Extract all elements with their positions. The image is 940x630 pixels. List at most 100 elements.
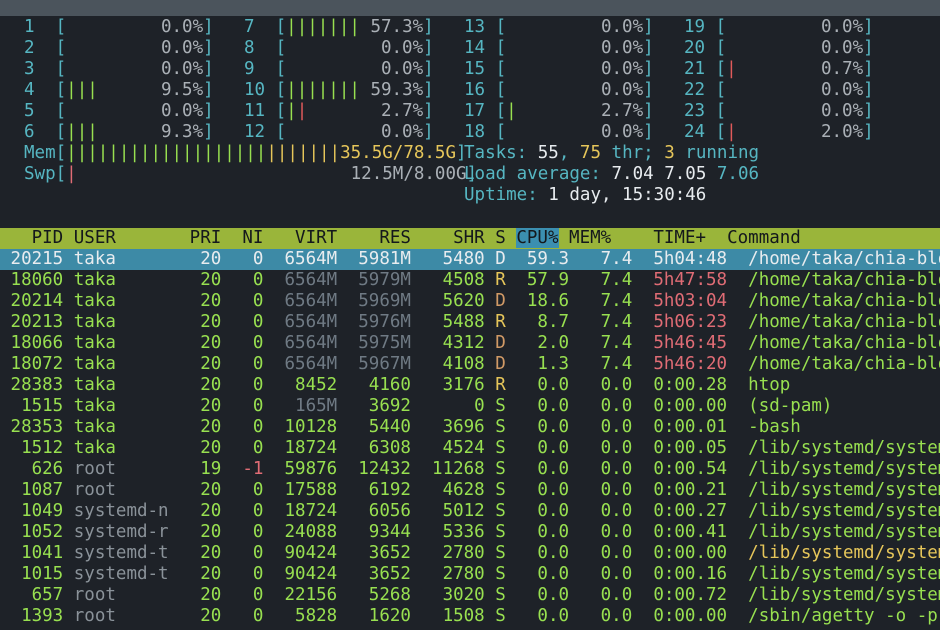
column-header-virt[interactable]: VIRT	[274, 228, 348, 248]
process-row[interactable]: 657 root 20 0 22156 5268 3020 S 0.0 0.0 …	[0, 585, 940, 606]
process-row[interactable]: 1049 systemd-n 20 0 18724 6056 5012 S 0.…	[0, 501, 940, 522]
process-row[interactable]: 1041 systemd-t 20 0 90424 3652 2780 S 0.…	[0, 543, 940, 564]
process-row[interactable]: 1015 systemd-t 20 0 90424 3652 2780 S 0.…	[0, 564, 940, 585]
state: S	[495, 564, 517, 584]
swp-bars: |	[66, 164, 77, 184]
state: S	[495, 501, 517, 521]
res: 6308	[347, 438, 422, 458]
swp-meter: Swp[| 12.5M/8.00G]	[24, 164, 477, 185]
process-row[interactable]: 1087 root 20 0 17588 6192 4628 S 0.0 0.0…	[0, 480, 940, 501]
column-header-time[interactable]: TIME+	[611, 228, 727, 248]
cpu-bars-kernel: |	[726, 122, 737, 142]
state: S	[495, 459, 517, 479]
cpu-meter-22: 22 [ 0.0%]	[684, 80, 874, 101]
command: /home/taka/chia-bloc	[748, 312, 940, 332]
command: /lib/systemd/systemd	[748, 543, 940, 563]
meter-fill	[726, 80, 821, 100]
process-row[interactable]: 626 root 19 -1 59876 12432 11268 S 0.0 0…	[0, 459, 940, 480]
pid: 18060	[0, 270, 74, 290]
cpu-percent: 0.0	[516, 564, 570, 584]
priority: 20	[179, 396, 232, 416]
column-header-shr[interactable]: SHR	[422, 228, 496, 248]
cpu-id: 3	[24, 59, 56, 79]
cpu-percent: 0.0%	[600, 59, 644, 79]
command: /home/taka/chia-bloc	[748, 270, 940, 290]
user: taka	[73, 312, 180, 332]
virt: 6564M	[273, 270, 348, 290]
shr: 2780	[421, 564, 496, 584]
cpu-meter-24: 24 [| 2.0%]	[684, 122, 874, 143]
column-header-ni[interactable]: NI	[232, 228, 274, 248]
process-row[interactable]: 1052 systemd-r 20 0 24088 9344 5336 S 0.…	[0, 522, 940, 543]
cpu-bars-kernel: |	[296, 101, 308, 121]
process-row[interactable]: 1515 taka 20 0 165M 3692 0 S 0.0 0.0 0:0…	[0, 396, 940, 417]
column-header-pid[interactable]: PID	[0, 228, 74, 248]
meter-bracket: [	[495, 80, 507, 100]
virt: 6564M	[273, 291, 348, 311]
column-header-command[interactable]: Command	[727, 228, 801, 248]
cpu-id: 8	[244, 38, 276, 58]
virt: 18724	[273, 438, 348, 458]
nice: 0	[231, 606, 274, 626]
tasks-summary: Tasks: 55, 75 thr; 3 running	[464, 143, 759, 164]
load-summary: Load average: 7.04 7.05 7.06	[464, 164, 759, 185]
process-row[interactable]: 28383 taka 20 0 8452 4160 3176 R 0.0 0.0…	[0, 375, 940, 396]
column-header-pri[interactable]: PRI	[179, 228, 232, 248]
cpu-id: 21	[684, 59, 716, 79]
mem-percent: 7.4	[569, 270, 633, 290]
nice: 0	[231, 438, 274, 458]
process-row[interactable]: 18060 taka 20 0 6564M 5979M 4508 R 57.9 …	[0, 270, 940, 291]
column-header-mem[interactable]: MEM%	[559, 228, 611, 248]
virt: 90424	[273, 543, 348, 563]
res: 5440	[347, 417, 422, 437]
tasks-count: 55	[537, 143, 559, 163]
virt: 8452	[273, 375, 348, 395]
process-row[interactable]: 28353 taka 20 0 10128 5440 3696 S 0.0 0.…	[0, 417, 940, 438]
cpu-percent: 0.0%	[380, 122, 424, 142]
user: taka	[73, 291, 180, 311]
state: R	[495, 270, 517, 290]
cpu-bars-normal: |||||||	[286, 80, 360, 100]
command: /home/taka/chia-bloc	[748, 354, 940, 374]
user: taka	[73, 438, 180, 458]
column-header-cpu[interactable]: CPU%	[516, 228, 559, 248]
res: 1620	[347, 606, 422, 626]
cpu-id: 11	[244, 101, 276, 121]
virt: 6564M	[273, 354, 348, 374]
mem-percent: 7.4	[569, 291, 633, 311]
pid: 626	[0, 459, 74, 479]
process-row[interactable]: 18072 taka 20 0 6564M 5967M 4108 D 1.3 7…	[0, 354, 940, 375]
process-table-header[interactable]: PID USER PRI NI VIRT RES SHR S CPU% MEM%…	[0, 228, 940, 249]
pid: 1041	[0, 543, 74, 563]
cpu-percent: 0.0	[516, 438, 570, 458]
meter-fill	[726, 17, 821, 37]
column-header-s[interactable]: S	[495, 228, 516, 248]
pid: 657	[0, 585, 74, 605]
state: R	[495, 375, 517, 395]
state: D	[495, 354, 517, 374]
cpu-meter-13: 13 [ 0.0%]	[464, 17, 654, 38]
state: S	[495, 417, 517, 437]
meter-bracket: ]	[423, 59, 434, 79]
cpu-id: 19	[684, 17, 716, 37]
mem-percent: 0.0	[569, 501, 633, 521]
shr: 4108	[421, 354, 496, 374]
shr: 4628	[421, 480, 496, 500]
nice: 0	[231, 354, 274, 374]
cpu-percent: 0.0	[516, 522, 570, 542]
threads-count: 75	[579, 143, 601, 163]
column-header-res[interactable]: RES	[348, 228, 422, 248]
mem-percent: 0.0	[569, 564, 633, 584]
cpu-id: 15	[464, 59, 496, 79]
process-row[interactable]: 20214 taka 20 0 6564M 5969M 5620 D 18.6 …	[0, 291, 940, 312]
meter-fill	[66, 17, 161, 37]
process-row[interactable]: 20213 taka 20 0 6564M 5976M 5488 R 8.7 7…	[0, 312, 940, 333]
process-row[interactable]: 1393 root 20 0 5828 1620 1508 S 0.0 0.0 …	[0, 606, 940, 627]
column-header-user[interactable]: USER	[74, 228, 179, 248]
process-row[interactable]: 1512 taka 20 0 18724 6308 4524 S 0.0 0.0…	[0, 438, 940, 459]
cpu-percent: 0.0	[516, 459, 570, 479]
process-row[interactable]: 18066 taka 20 0 6564M 5975M 4312 D 2.0 7…	[0, 333, 940, 354]
time: 0:00.27	[632, 501, 749, 521]
meter-fill	[286, 122, 381, 142]
process-row[interactable]: 20215 taka 20 0 6564M 5981M 5480 D 59.3 …	[0, 249, 940, 270]
